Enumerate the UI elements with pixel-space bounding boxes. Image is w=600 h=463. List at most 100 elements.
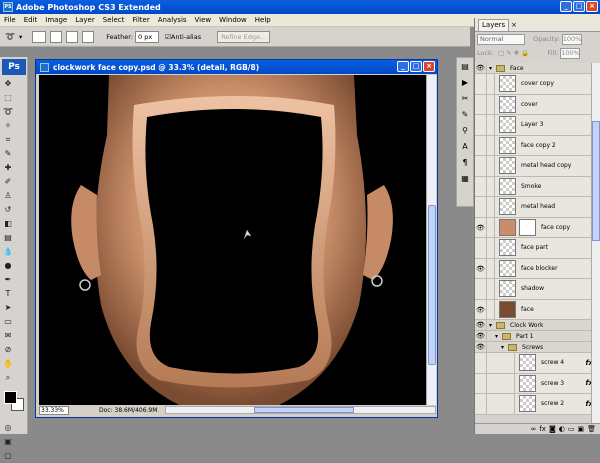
layer-comps-icon[interactable]: ▦ xyxy=(458,172,472,186)
new-layer-icon[interactable]: ▣ xyxy=(577,425,584,433)
paragraph-panel-icon[interactable]: ¶ xyxy=(458,156,472,170)
expand-triangle-icon[interactable]: ▾ xyxy=(501,344,504,351)
eraser-tool-icon[interactable]: ◧ xyxy=(2,218,14,230)
feather-input[interactable]: 0 px xyxy=(135,30,160,43)
blur-tool-icon[interactable]: 💧 xyxy=(2,246,14,258)
add-mask-icon[interactable]: ◙ xyxy=(549,425,556,433)
image-canvas[interactable] xyxy=(39,75,426,405)
document-horizontal-scrollbar[interactable] xyxy=(165,406,436,414)
visibility-eye-icon[interactable] xyxy=(475,94,487,114)
refine-edge-button[interactable]: Refine Edge... xyxy=(217,30,271,43)
link-layers-icon[interactable]: ∞ xyxy=(531,425,537,433)
intersect-selection-icon[interactable] xyxy=(82,30,95,43)
visibility-eye-icon[interactable] xyxy=(475,176,487,196)
delete-layer-icon[interactable]: 🗑 xyxy=(587,425,596,433)
crop-tool-icon[interactable]: ⌗ xyxy=(2,134,14,146)
visibility-eye-icon[interactable]: 👁 xyxy=(475,258,487,278)
document-size-info[interactable]: Doc: 38.6M/406.9M xyxy=(99,407,157,414)
menu-select[interactable]: Select xyxy=(99,16,129,24)
layer-row[interactable]: screw 4fx▾ xyxy=(475,353,600,374)
layer-row[interactable]: 👁 face xyxy=(475,299,600,320)
layers-tab-close-icon[interactable]: × xyxy=(511,21,517,29)
character-panel-icon[interactable]: A xyxy=(458,140,472,154)
layer-group-screws[interactable]: 👁 ▾ Screws xyxy=(475,342,600,353)
expand-triangle-icon[interactable]: ▾ xyxy=(489,322,492,329)
maximize-button[interactable]: □ xyxy=(573,1,585,12)
visibility-eye-icon[interactable] xyxy=(475,156,487,176)
zoom-tool-icon[interactable]: ⌕ xyxy=(2,372,14,384)
close-button[interactable]: × xyxy=(586,1,598,12)
brushes-panel-icon[interactable]: ✎ xyxy=(458,108,472,122)
lasso-tool-icon[interactable]: ➰ xyxy=(2,106,14,118)
clone-stamp-icon[interactable]: ♙ xyxy=(2,190,14,202)
subtract-selection-icon[interactable] xyxy=(66,30,79,43)
layer-row[interactable]: cover copy xyxy=(475,74,600,95)
gradient-tool-icon[interactable]: ▤ xyxy=(2,232,14,244)
layer-group-clock-work[interactable]: 👁 ▾ Clock Work xyxy=(475,320,600,331)
document-vertical-scrollbar[interactable] xyxy=(426,75,436,405)
layer-row[interactable]: face part xyxy=(475,238,600,259)
new-selection-icon[interactable] xyxy=(32,30,47,43)
visibility-eye-icon[interactable]: 👁 xyxy=(475,299,487,319)
clone-source-icon[interactable]: ⚲ xyxy=(458,124,472,138)
layer-group-face[interactable]: 👁 ▾ Face xyxy=(475,63,600,74)
preset-dropdown-icon[interactable]: ▾ xyxy=(19,33,22,41)
marquee-tool-icon[interactable]: ⬚ xyxy=(2,92,14,104)
expand-triangle-icon[interactable]: ▾ xyxy=(489,65,492,72)
layer-row[interactable]: 👁 face copy xyxy=(475,217,600,238)
visibility-eye-icon[interactable]: 👁 xyxy=(475,342,487,352)
menu-window[interactable]: Window xyxy=(215,16,251,24)
menu-analysis[interactable]: Analysis xyxy=(154,16,191,24)
layer-row[interactable]: face copy 2 xyxy=(475,135,600,156)
layer-row[interactable]: screw 3fx▾ xyxy=(475,373,600,394)
horizontal-scroll-thumb[interactable] xyxy=(254,407,355,413)
visibility-eye-icon[interactable] xyxy=(475,74,487,94)
slice-tool-icon[interactable]: ✎ xyxy=(2,148,14,160)
fill-input[interactable]: 100% xyxy=(560,47,581,59)
lock-icons[interactable]: □ ✎ ✥ 🔒 xyxy=(498,49,529,57)
history-brush-icon[interactable]: ↺ xyxy=(2,204,14,216)
layer-row[interactable]: Layer 3 xyxy=(475,115,600,136)
visibility-eye-icon[interactable] xyxy=(475,238,487,258)
layers-scrollbar[interactable] xyxy=(591,63,600,423)
magic-wand-tool-icon[interactable]: ✧ xyxy=(2,120,14,132)
screen-mode-icon[interactable]: ▣ xyxy=(2,436,14,448)
type-tool-icon[interactable]: T xyxy=(2,288,14,300)
new-group-icon[interactable]: ▭ xyxy=(568,425,575,433)
adjustment-layer-icon[interactable]: ◐ xyxy=(559,425,565,433)
layer-row[interactable]: screw 2fx▾ xyxy=(475,394,600,415)
move-tool-icon[interactable]: ✥ xyxy=(2,78,14,90)
menu-filter[interactable]: Filter xyxy=(128,16,153,24)
pen-tool-icon[interactable]: ✒ xyxy=(2,274,14,286)
healing-brush-icon[interactable]: ✚ xyxy=(2,162,14,174)
brush-tool-icon[interactable]: ✐ xyxy=(2,176,14,188)
visibility-eye-icon[interactable] xyxy=(475,197,487,217)
expand-triangle-icon[interactable]: ▾ xyxy=(495,333,498,340)
layer-group-part-1[interactable]: 👁 ▾ Part 1 xyxy=(475,331,600,342)
screen-mode-full-icon[interactable]: ▢ xyxy=(2,450,14,462)
dodge-tool-icon[interactable]: ● xyxy=(2,260,14,272)
menu-layer[interactable]: Layer xyxy=(71,16,99,24)
tool-presets-icon[interactable]: ✂ xyxy=(458,92,472,106)
visibility-eye-icon[interactable] xyxy=(475,394,487,414)
doc-close-button[interactable]: × xyxy=(423,61,435,72)
notes-tool-icon[interactable]: ✉ xyxy=(2,330,14,342)
blend-mode-select[interactable]: Normal xyxy=(477,33,525,45)
minimize-button[interactable]: _ xyxy=(560,1,572,12)
menu-edit[interactable]: Edit xyxy=(20,16,42,24)
visibility-eye-icon[interactable] xyxy=(475,279,487,299)
visibility-eye-icon[interactable] xyxy=(475,115,487,135)
quick-mask-icon[interactable]: ◎ xyxy=(2,422,14,434)
lasso-tool-preset-icon[interactable]: ➰ xyxy=(4,31,16,43)
doc-minimize-button[interactable]: _ xyxy=(397,61,409,72)
history-panel-icon[interactable]: ▤ xyxy=(458,60,472,74)
opacity-input[interactable]: 100% xyxy=(561,33,582,45)
add-style-icon[interactable]: fx xyxy=(539,425,546,433)
menu-help[interactable]: Help xyxy=(251,16,275,24)
visibility-eye-icon[interactable]: 👁 xyxy=(475,331,487,341)
doc-maximize-button[interactable]: □ xyxy=(410,61,422,72)
visibility-eye-icon[interactable] xyxy=(475,135,487,155)
actions-panel-icon[interactable]: ▶ xyxy=(458,76,472,90)
menu-view[interactable]: View xyxy=(191,16,216,24)
path-selection-icon[interactable]: ➤ xyxy=(2,302,14,314)
